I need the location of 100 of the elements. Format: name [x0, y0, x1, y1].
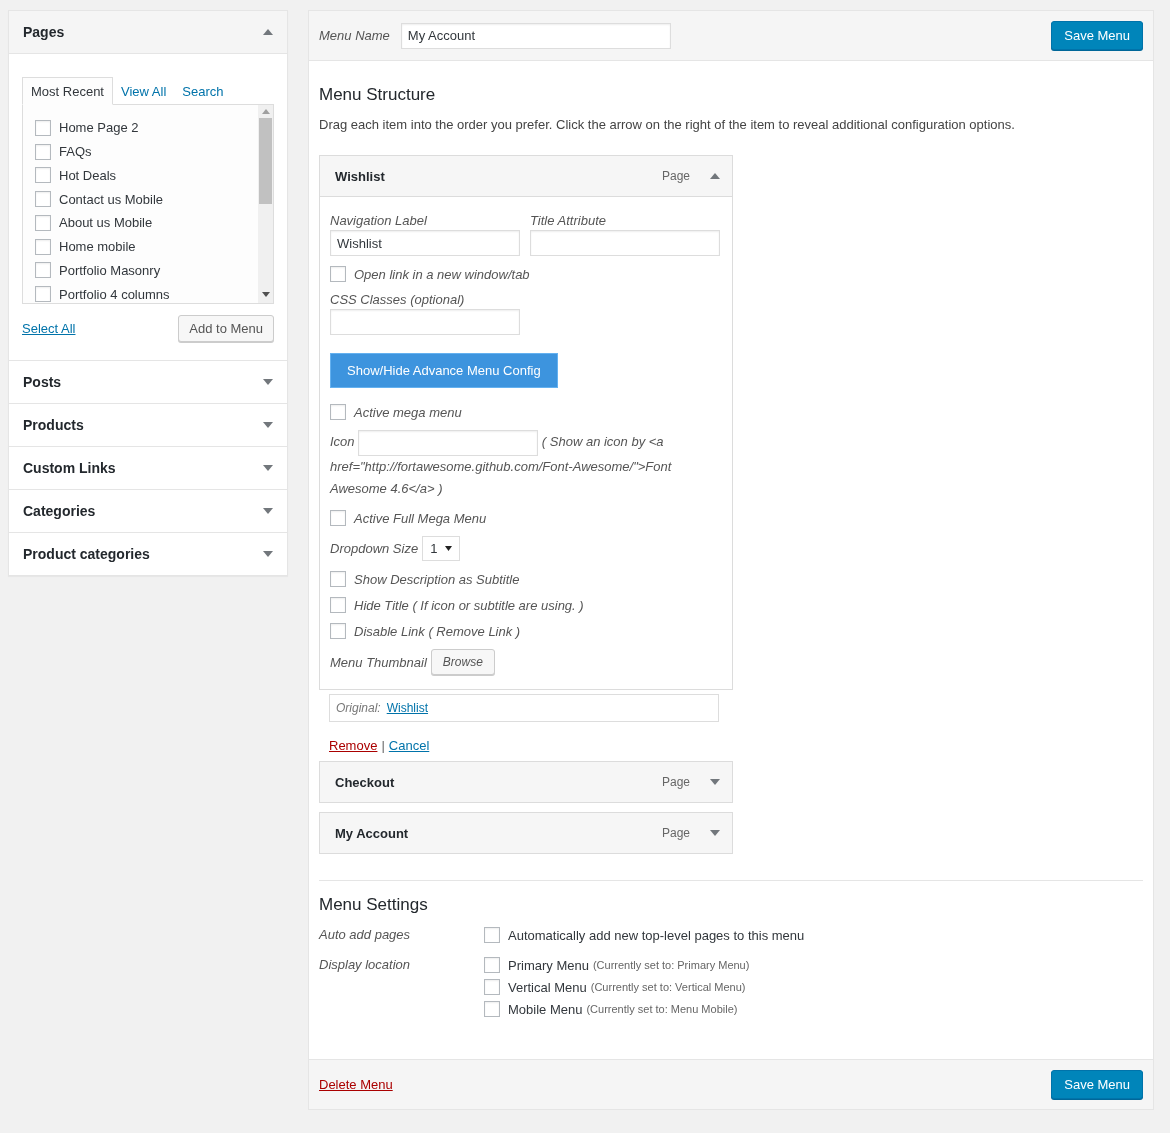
field-label: Dropdown Size	[330, 541, 419, 556]
page-label[interactable]: Portfolio 4 columns	[59, 286, 170, 302]
option-note: (Currently set to: Menu Mobile)	[586, 1003, 738, 1015]
item-type: Page	[661, 826, 690, 840]
checkbox[interactable]	[35, 143, 51, 160]
scrollbar[interactable]	[258, 105, 273, 303]
field-label: Navigation Label	[330, 213, 428, 228]
option-note: (Currently set to: Vertical Menu)	[590, 981, 746, 993]
page-label[interactable]: Home Page 2	[59, 120, 139, 136]
page-label[interactable]: Portfolio Masonry	[59, 262, 161, 278]
icon-hint: href="http://fortawesome.github.com/Font-Awesome/">Font Awesome 4.6</a> )	[330, 458, 673, 498]
checkbox[interactable]	[484, 957, 500, 973]
option-label[interactable]: Vertical Menu	[508, 979, 587, 995]
option-label[interactable]: Automatically add new top-level pages to this menu	[508, 927, 805, 943]
expand-arrow-icon[interactable]	[263, 465, 273, 471]
scroll-up-icon[interactable]	[261, 109, 270, 114]
save-menu-button[interactable]: Save Menu	[1051, 1070, 1143, 1099]
field-label: Icon	[330, 434, 355, 450]
icon-hint: ( Show an icon by <a	[541, 434, 664, 450]
checkbox[interactable]	[35, 214, 51, 231]
checkbox[interactable]	[35, 119, 51, 136]
checkbox[interactable]	[484, 927, 500, 943]
tab[interactable]: View All	[113, 78, 175, 104]
panel-title[interactable]: Custom Links	[23, 460, 116, 476]
checkbox[interactable]	[330, 510, 346, 526]
collapse-arrow-icon[interactable]	[710, 173, 720, 179]
field-label: Menu Thumbnail	[330, 654, 427, 670]
checkbox-label[interactable]: Hide Title ( If icon or subtitle are using. )	[354, 597, 584, 613]
separator: |	[381, 738, 385, 753]
page-label[interactable]: Home mobile	[59, 239, 136, 255]
panel-title[interactable]: Categories	[23, 503, 96, 519]
panel-title[interactable]: Pages	[23, 24, 65, 40]
page-label[interactable]: FAQs	[59, 144, 92, 160]
section-heading: Menu Settings	[319, 895, 429, 915]
field-label: Title Attribute	[530, 213, 607, 228]
checkbox[interactable]	[35, 262, 51, 279]
checkbox-label[interactable]: Active mega menu	[354, 404, 462, 420]
tab[interactable]: Most Recent	[22, 77, 113, 105]
expand-arrow-icon[interactable]	[710, 779, 720, 785]
navigation-label-field[interactable]: Wishlist	[330, 230, 520, 256]
page-label[interactable]: Contact us Mobile	[59, 191, 164, 207]
menu-name-label: Menu Name	[319, 28, 390, 43]
delete-menu-link[interactable]: Delete Menu	[319, 1077, 393, 1092]
dropdown-size-select[interactable]: 1	[422, 536, 461, 561]
menu-item-title: Wishlist	[335, 168, 385, 184]
section-heading: Menu Structure	[319, 85, 437, 105]
menu-item-title: Checkout	[335, 774, 395, 790]
menu-item-bar[interactable]: My Account Page	[319, 812, 733, 854]
menu-item-bar[interactable]: Checkout Page	[319, 761, 733, 803]
option-label[interactable]: Primary Menu	[508, 957, 589, 973]
expand-arrow-icon[interactable]	[263, 508, 273, 514]
checkbox[interactable]	[35, 191, 51, 208]
checkbox[interactable]	[330, 597, 346, 613]
tab[interactable]: Search	[174, 78, 232, 104]
checkbox[interactable]	[330, 623, 346, 639]
option-note: (Currently set to: Primary Menu)	[592, 959, 750, 971]
checkbox[interactable]	[35, 167, 51, 184]
page-label[interactable]: Hot Deals	[59, 167, 117, 183]
checkbox[interactable]	[330, 404, 346, 420]
menu-item-title: My Account	[335, 825, 409, 841]
checkbox-label[interactable]: Active Full Mega Menu	[354, 510, 487, 526]
checkbox-label[interactable]: Disable Link ( Remove Link )	[354, 623, 521, 639]
checkbox-label[interactable]: Show Description as Subtitle	[354, 571, 520, 587]
item-type: Page	[661, 169, 690, 183]
expand-arrow-icon[interactable]	[263, 422, 273, 428]
checkbox[interactable]	[330, 266, 346, 282]
scroll-down-icon[interactable]	[261, 292, 270, 297]
panel-title[interactable]: Products	[23, 417, 84, 433]
checkbox[interactable]	[484, 1001, 500, 1017]
expand-arrow-icon[interactable]	[263, 379, 273, 385]
checkbox[interactable]	[35, 286, 51, 303]
browse-button[interactable]: Browse	[430, 649, 495, 675]
field-label: CSS Classes (optional)	[330, 292, 466, 307]
checkbox-label[interactable]: Open link in a new window/tab	[354, 266, 530, 282]
checkbox[interactable]	[330, 571, 346, 587]
save-menu-button[interactable]: Save Menu	[1051, 21, 1143, 50]
icon-field[interactable]	[358, 430, 539, 456]
select-all-link[interactable]: Select All	[22, 321, 76, 336]
expand-arrow-icon[interactable]	[710, 830, 720, 836]
remove-link[interactable]: Remove	[329, 738, 378, 753]
cancel-link[interactable]: Cancel	[388, 738, 430, 753]
item-type: Page	[661, 775, 690, 789]
checkbox[interactable]	[35, 238, 51, 255]
collapse-arrow-icon[interactable]	[263, 29, 273, 35]
panel-title[interactable]: Product categories	[23, 546, 150, 562]
description: Drag each item into the order you prefer. Click the arrow on the right of the item to reveal additional configuration options.	[319, 117, 1016, 132]
menu-item-bar[interactable]: Wishlist Page	[319, 155, 733, 197]
page-label[interactable]: About us Mobile	[59, 215, 153, 231]
panel-title[interactable]: Posts	[23, 374, 62, 390]
option-label[interactable]: Mobile Menu	[508, 1001, 583, 1017]
expand-arrow-icon[interactable]	[263, 551, 273, 557]
add-to-menu-button[interactable]: Add to Menu	[178, 315, 274, 342]
setting-label: Display location	[319, 957, 412, 974]
original-label: Original:	[336, 701, 381, 715]
css-classes-field[interactable]	[330, 309, 520, 335]
dropdown-arrow-icon	[445, 546, 453, 551]
checkbox[interactable]	[484, 979, 500, 995]
title-attribute-field[interactable]	[530, 230, 720, 256]
menu-name-field[interactable]: My Account	[400, 22, 671, 49]
original-link[interactable]: Wishlist	[386, 701, 429, 715]
